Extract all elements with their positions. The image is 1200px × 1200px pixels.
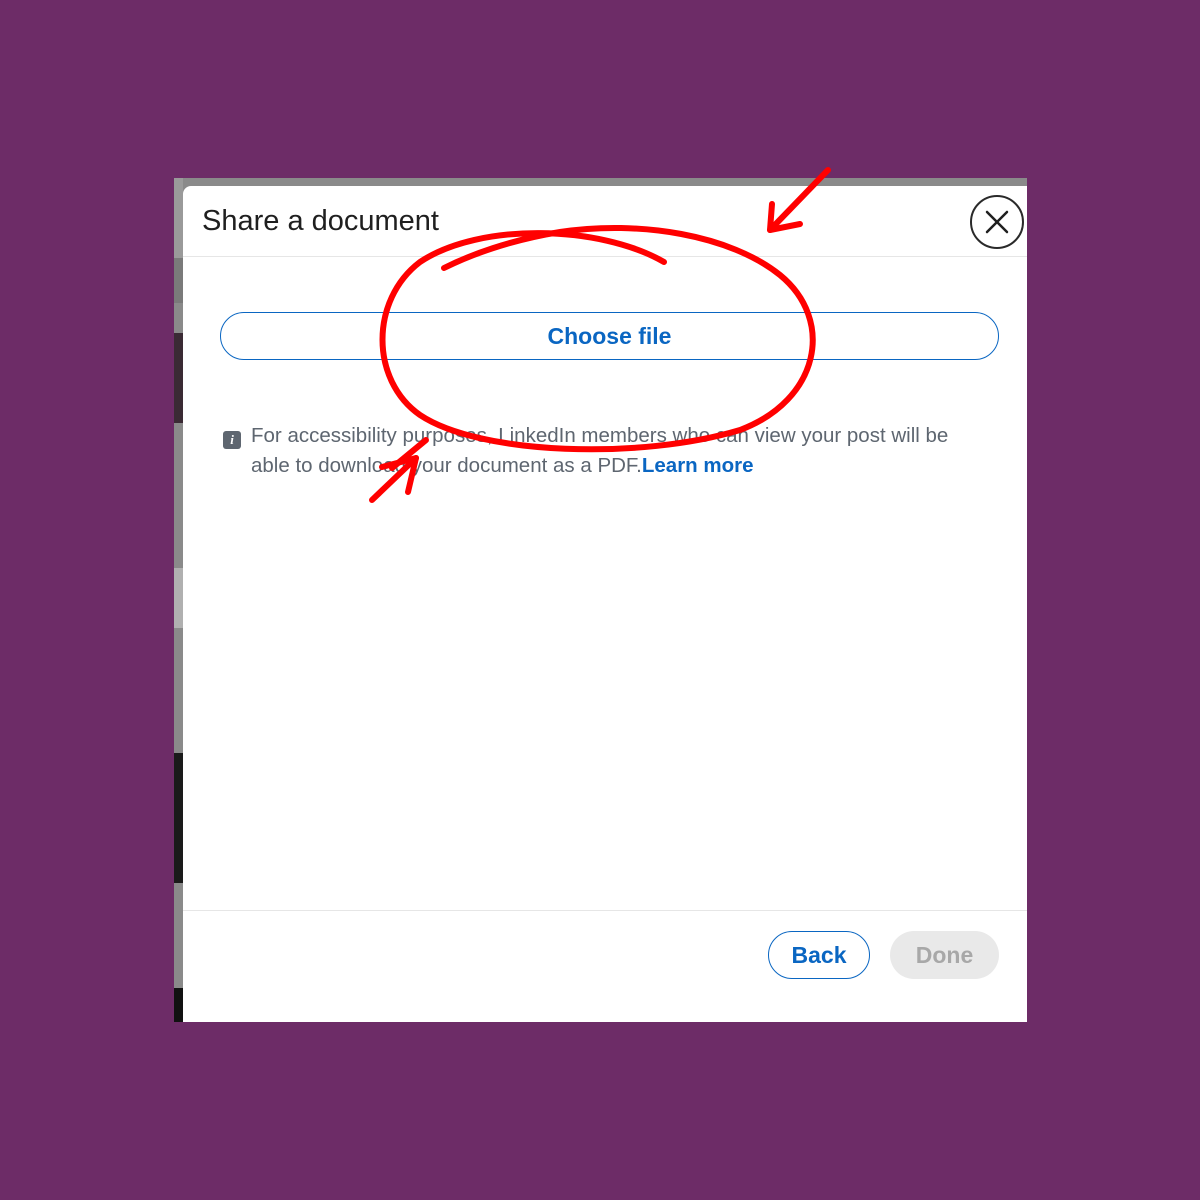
back-button[interactable]: Back: [768, 931, 870, 979]
background-page-strip: [174, 753, 183, 883]
background-page-strip: [174, 333, 183, 423]
background-page-strip: [174, 178, 183, 258]
choose-file-button[interactable]: Choose file: [220, 312, 999, 360]
screenshot-frame: Share a document Choose file i For acces…: [174, 178, 1027, 1022]
learn-more-link[interactable]: Learn more: [642, 454, 754, 477]
done-button[interactable]: Done: [890, 931, 999, 979]
modal-header: Share a document: [183, 186, 1027, 257]
close-icon: [985, 210, 1009, 234]
close-button[interactable]: [970, 195, 1024, 249]
modal-footer: Back Done: [183, 910, 1027, 1022]
background-page-strip: [174, 568, 183, 628]
info-message: For accessibility purposes, LinkedIn mem…: [251, 424, 949, 477]
modal-title: Share a document: [202, 205, 439, 237]
info-text: For accessibility purposes, LinkedIn mem…: [251, 421, 991, 481]
info-icon: i: [223, 431, 241, 449]
background-page-strip: [174, 988, 183, 1022]
share-document-modal: Share a document Choose file i For acces…: [183, 186, 1027, 1022]
background-page-strip: [174, 258, 183, 303]
